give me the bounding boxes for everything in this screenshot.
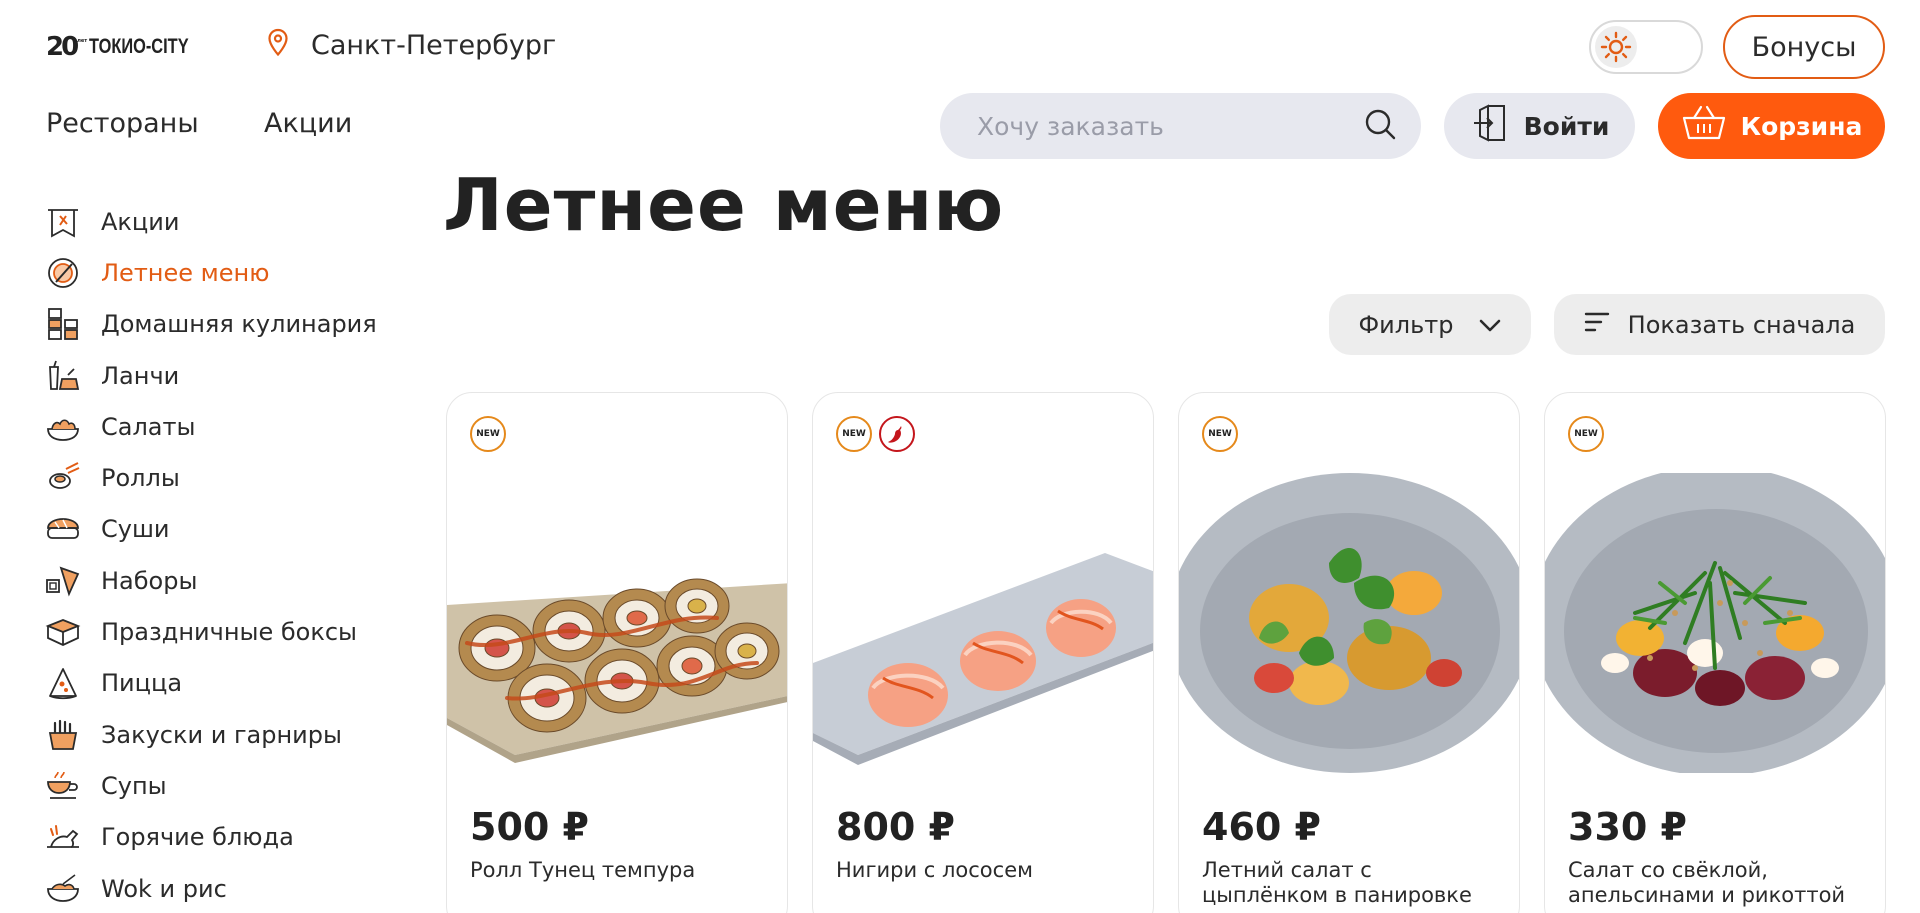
sidebar-item-sushi[interactable]: Суши (44, 504, 404, 555)
wok-icon (44, 870, 82, 908)
nav-restaurants[interactable]: Рестораны (46, 108, 199, 139)
product-name: Салат со свёклой, апельсинами и рикоттой (1568, 858, 1846, 907)
sidebar-item-label: Пицца (101, 669, 183, 698)
soup-icon (44, 767, 82, 805)
pizza-icon (44, 664, 82, 702)
new-badge: NEW (1202, 416, 1238, 452)
sidebar-item-label: Суши (101, 515, 170, 544)
sidebar-item-label: Горячие блюда (101, 823, 294, 852)
login-label: Войти (1523, 111, 1610, 141)
theme-toggle[interactable] (1589, 20, 1703, 74)
sidebar-item-snacks[interactable]: Закуски и гарниры (44, 709, 404, 760)
filter-label: Фильтр (1358, 310, 1454, 339)
hot-dish-icon (44, 818, 82, 856)
nav-promotions[interactable]: Акции (264, 108, 352, 139)
sidebar-item-hot-dishes[interactable]: Горячие блюда (44, 812, 404, 863)
sidebar-item-promotions[interactable]: Акции (44, 196, 404, 247)
login-icon (1470, 101, 1514, 151)
logo-sub: лет (77, 38, 88, 44)
home-cooking-icon (44, 305, 82, 343)
new-badge: NEW (836, 416, 872, 452)
fries-icon (44, 716, 82, 754)
sidebar-item-rolls[interactable]: Роллы (44, 452, 404, 503)
product-card[interactable]: NEW 500 ₽ Ролл Тунец темпура (446, 392, 788, 913)
new-badge: NEW (1568, 416, 1604, 452)
product-name: Летний салат с цыплёнком в панировке (1202, 858, 1472, 907)
sidebar-item-wok-rice[interactable]: Wok и рис (44, 863, 404, 913)
promo-flag-icon (44, 203, 82, 241)
sidebar-item-label: Наборы (101, 566, 198, 595)
cart-label: Корзина (1740, 111, 1863, 141)
set-icon (44, 562, 82, 600)
sidebar-item-summer-menu[interactable]: Летнее меню (44, 247, 404, 298)
sidebar-item-label: Праздничные боксы (101, 618, 357, 647)
product-image-beet-orange-ricotta-salad (1545, 473, 1885, 773)
product-price: 460 ₽ (1202, 805, 1321, 849)
sidebar-item-label: Роллы (101, 464, 180, 493)
badges: NEW (1202, 416, 1238, 452)
product-card[interactable]: NEW 330 ₽ Салат со свёклой, апельсинами … (1544, 392, 1886, 913)
new-badge: NEW (470, 416, 506, 452)
roll-icon (44, 459, 82, 497)
summer-plate-icon (44, 254, 82, 292)
product-card[interactable]: NEW 800 ₽ Нигири с лососем (812, 392, 1154, 913)
filter-button[interactable]: Фильтр (1329, 294, 1531, 355)
product-image-salmon-nigiri (813, 553, 1153, 765)
sidebar-item-label: Акции (101, 207, 180, 236)
cart-button[interactable]: Корзина (1658, 93, 1885, 159)
badges: NEW (836, 416, 915, 452)
login-button[interactable]: Войти (1444, 93, 1635, 159)
sidebar-item-label: Салаты (101, 412, 196, 441)
sort-button[interactable]: Показать сначала (1554, 294, 1885, 355)
product-price: 800 ₽ (836, 805, 955, 849)
sushi-icon (44, 510, 82, 548)
sidebar-item-salads[interactable]: Салаты (44, 401, 404, 452)
sort-label: Показать сначала (1627, 310, 1856, 339)
chevron-down-icon (1479, 311, 1501, 339)
city-selector[interactable]: Санкт-Петербург (267, 28, 556, 62)
bonus-button[interactable]: Бонусы (1723, 15, 1885, 79)
location-pin-icon (267, 28, 289, 62)
logo[interactable]: 20 лет ТОКИО-CITY (46, 32, 217, 62)
sidebar-item-home-cooking[interactable]: Домашняя кулинария (44, 299, 404, 350)
sun-icon (1595, 26, 1637, 68)
sidebar-item-label: Супы (101, 771, 167, 800)
sidebar-item-sets[interactable]: Наборы (44, 555, 404, 606)
badges: NEW (470, 416, 506, 452)
logo-number: 20 (46, 32, 79, 62)
badges: NEW (1568, 416, 1604, 452)
sidebar-item-label: Ланчи (101, 361, 180, 390)
product-price: 330 ₽ (1568, 805, 1687, 849)
sidebar-item-label: Закуски и гарниры (101, 720, 342, 749)
product-card[interactable]: NEW 460 ₽ Летний салат с цыплёнком в пан… (1178, 392, 1520, 913)
sidebar-item-label: Летнее меню (101, 258, 270, 287)
logo-name: ТОКИО-CITY (89, 35, 189, 58)
page-title: Летнее меню (443, 163, 1005, 247)
sidebar-item-label: Домашняя кулинария (101, 310, 377, 339)
search-bar[interactable] (940, 93, 1421, 159)
product-image-summer-chicken-salad (1179, 473, 1519, 773)
city-name: Санкт-Петербург (311, 29, 557, 61)
search-input[interactable] (977, 111, 1363, 141)
sidebar-item-pizza[interactable]: Пицца (44, 658, 404, 709)
search-icon[interactable] (1363, 107, 1397, 145)
chili-pepper-icon (879, 416, 915, 452)
product-price: 500 ₽ (470, 805, 589, 849)
basket-icon (1681, 104, 1727, 148)
sort-icon (1584, 311, 1610, 339)
category-sidebar: Акции Летнее меню Домашняя кулинария Лан… (44, 196, 404, 913)
lunch-icon (44, 357, 82, 395)
gift-box-icon (44, 613, 82, 651)
product-name: Ролл Тунец темпура (470, 858, 696, 882)
sidebar-item-lunches[interactable]: Ланчи (44, 350, 404, 401)
sidebar-item-festive-boxes[interactable]: Праздничные боксы (44, 606, 404, 657)
sidebar-item-label: Wok и рис (101, 874, 227, 903)
product-name: Нигири с лососем (836, 858, 1033, 882)
sidebar-item-soups[interactable]: Супы (44, 760, 404, 811)
product-image-tuna-tempura-roll (447, 578, 787, 763)
salad-icon (44, 408, 82, 446)
